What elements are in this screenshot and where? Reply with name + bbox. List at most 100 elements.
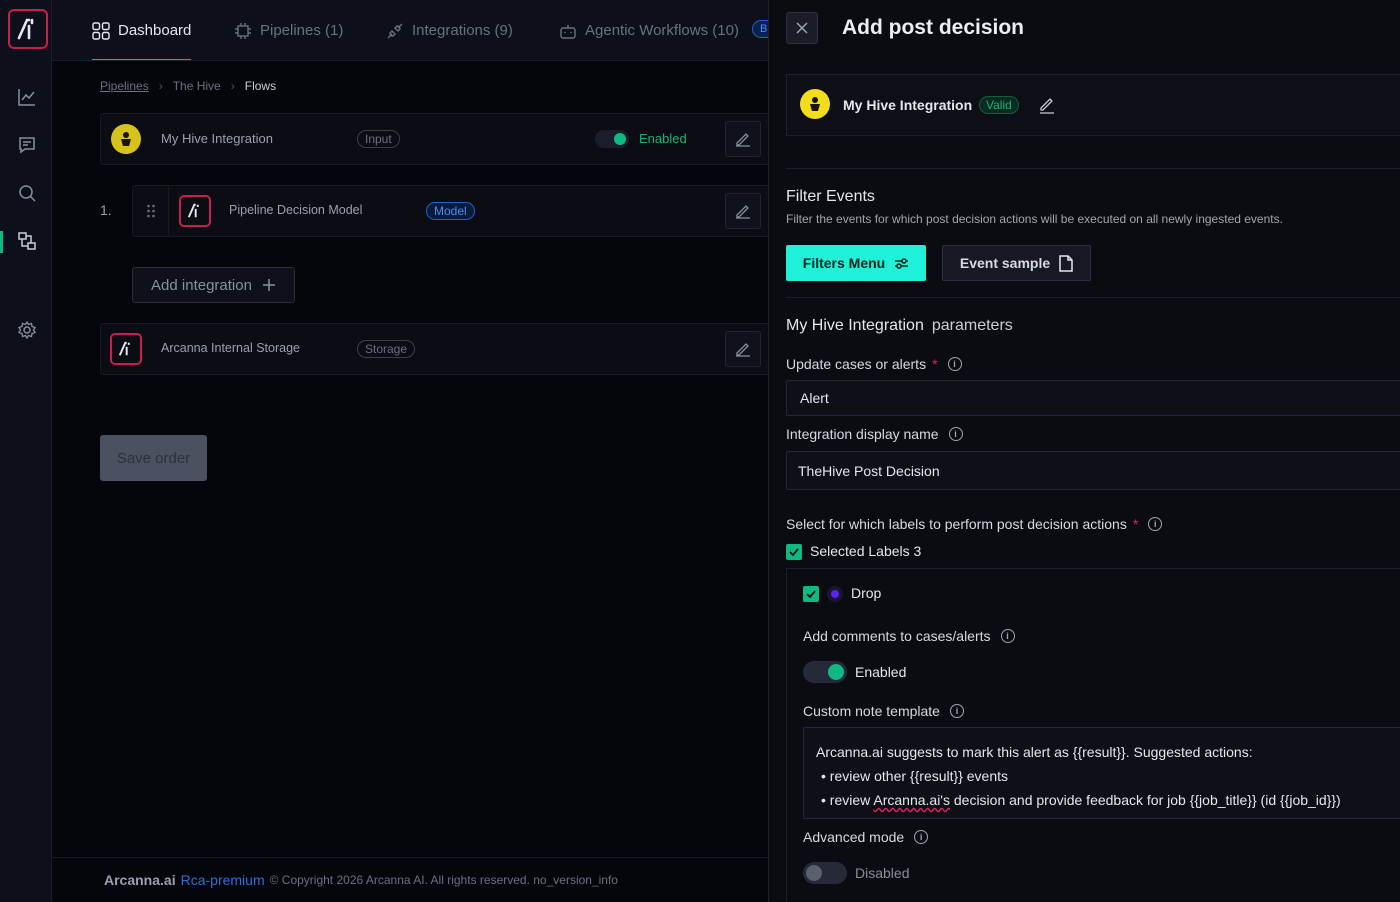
required-marker: *: [932, 356, 938, 372]
arcanna-logo[interactable]: [8, 9, 48, 49]
edit-integration-icon[interactable]: [1039, 96, 1055, 119]
info-icon[interactable]: i: [947, 357, 962, 371]
chat-icon[interactable]: [16, 134, 38, 156]
input-edit-button[interactable]: [725, 121, 761, 157]
breadcrumb-pipelines[interactable]: Pipelines: [100, 79, 149, 93]
storage-card: Arcanna Internal Storage Storage: [100, 323, 780, 375]
advanced-mode-toggle[interactable]: [803, 862, 847, 884]
integration-name: My Hive Integration: [843, 97, 973, 113]
update-select[interactable]: Alert: [786, 380, 1400, 416]
comments-toggle[interactable]: [803, 661, 847, 683]
grid-icon: [92, 21, 110, 40]
storage-badge: Storage: [357, 340, 416, 358]
drag-handle-icon[interactable]: [133, 186, 169, 236]
params-integration-name: My Hive Integration: [786, 317, 924, 334]
add-integration-label: Add integration: [151, 276, 252, 294]
close-button[interactable]: [786, 12, 818, 44]
arcanna-model-logo: [179, 195, 211, 227]
labels-box: Drop Add comments to cases/alerts i Enab…: [786, 568, 1400, 902]
input-badge: Input: [357, 130, 400, 148]
footer-copyright: © Copyright 2026 Arcanna AI. All rights …: [269, 873, 618, 887]
template-line: • review Arcanna.ai's decision and provi…: [821, 792, 1341, 808]
breadcrumb-separator: ›: [158, 79, 163, 93]
search-icon[interactable]: [16, 182, 38, 204]
model-index: 1.: [100, 202, 112, 218]
add-integration-button[interactable]: Add integration: [132, 267, 295, 303]
tab-integrations[interactable]: Integrations (9): [386, 0, 513, 60]
arcanna-storage-logo: [110, 333, 142, 365]
template-line: • review other {{result}} events: [821, 768, 1009, 784]
footer-plan[interactable]: Rca-premium: [181, 872, 265, 888]
input-status: Enabled: [639, 131, 687, 146]
tab-label: Agentic Workflows (10): [585, 22, 739, 39]
document-icon: [1059, 254, 1073, 272]
filters-menu-button[interactable]: Filters Menu: [786, 245, 926, 281]
filters-menu-label: Filters Menu: [802, 255, 886, 271]
filter-events-desc: Filter the events for which post decisio…: [786, 212, 1283, 226]
update-select-value: Alert: [800, 390, 829, 406]
save-order-button[interactable]: Save order: [100, 435, 207, 481]
template-line: Arcanna.ai suggests to mark this alert a…: [816, 744, 1253, 760]
input-toggle[interactable]: [595, 130, 629, 148]
advanced-mode-state: Disabled: [855, 865, 910, 881]
required-marker: *: [1132, 516, 1139, 532]
pencil-icon: [736, 133, 750, 147]
display-name-value: TheHive Post Decision: [798, 462, 940, 479]
app-root: Dashboard Pipelines (1) Integrations (9)…: [0, 0, 1400, 902]
main-content: Pipelines › The Hive › Flows My Hive Int…: [52, 61, 780, 902]
params-suffix: parameters: [931, 317, 1013, 334]
info-icon[interactable]: i: [949, 704, 964, 718]
info-icon[interactable]: i: [914, 830, 929, 844]
display-name-label-text: Integration display name: [786, 426, 939, 442]
sliders-icon: [895, 257, 909, 269]
panel-title: Add post decision: [842, 16, 1025, 39]
divider: [786, 297, 1400, 298]
storage-edit-button[interactable]: [725, 331, 761, 367]
flows-icon[interactable]: [16, 230, 38, 252]
comments-label: Add comments to cases/alerts i: [803, 628, 1015, 644]
display-name-label: Integration display name i: [786, 426, 963, 442]
drop-label-checkbox[interactable]: [803, 586, 819, 602]
tab-label: Integrations (9): [412, 22, 513, 39]
gear-icon[interactable]: [16, 319, 38, 341]
top-nav: Dashboard Pipelines (1) Integrations (9)…: [52, 0, 768, 61]
label-color-dot: [827, 586, 843, 602]
pencil-icon: [736, 205, 750, 219]
footer-brand: Arcanna.ai: [104, 872, 176, 888]
info-icon[interactable]: i: [948, 427, 963, 441]
selected-labels-checkbox[interactable]: [786, 544, 802, 560]
input-name: My Hive Integration: [161, 131, 273, 146]
chart-icon[interactable]: [16, 86, 38, 108]
event-sample-button[interactable]: Event sample: [942, 245, 1091, 281]
selected-labels-text: Selected Labels 3: [810, 543, 922, 559]
hive-logo: [800, 89, 830, 119]
labels-select-label-text: Select for which labels to perform post …: [786, 516, 1127, 532]
drop-label-text: Drop: [851, 585, 882, 601]
valid-badge: Valid: [979, 96, 1019, 114]
display-name-input[interactable]: TheHive Post Decision: [786, 451, 1400, 490]
advanced-mode-label-text: Advanced mode: [803, 829, 905, 845]
tab-dashboard[interactable]: Dashboard: [92, 0, 192, 60]
model-edit-button[interactable]: [725, 193, 761, 229]
plus-icon: [262, 279, 275, 291]
tab-agentic-workflows[interactable]: Agentic Workflows (10): [559, 0, 739, 60]
chip-icon: [235, 22, 251, 39]
info-icon[interactable]: i: [1148, 517, 1163, 531]
robot-icon: [560, 24, 576, 39]
pencil-icon: [736, 343, 750, 357]
close-icon: [796, 22, 808, 34]
custom-note-template-textarea[interactable]: Arcanna.ai suggests to mark this alert a…: [803, 727, 1400, 819]
template-label: Custom note template i: [803, 703, 964, 719]
divider: [786, 168, 1400, 169]
model-badge: Model: [426, 202, 475, 220]
breadcrumb-separator: ›: [230, 79, 235, 93]
input-integration-card: My Hive Integration Input Enabled: [100, 113, 780, 165]
tab-label: Dashboard: [118, 22, 192, 39]
hive-logo: [111, 124, 141, 154]
info-icon[interactable]: i: [1000, 629, 1015, 643]
tab-pipelines[interactable]: Pipelines (1): [234, 0, 343, 60]
rail-active-indicator: [0, 231, 3, 253]
params-title: My Hive Integration parameters: [786, 317, 1013, 335]
update-label: Update cases or alerts * i: [786, 356, 962, 372]
breadcrumb-the-hive[interactable]: The Hive: [173, 79, 221, 93]
